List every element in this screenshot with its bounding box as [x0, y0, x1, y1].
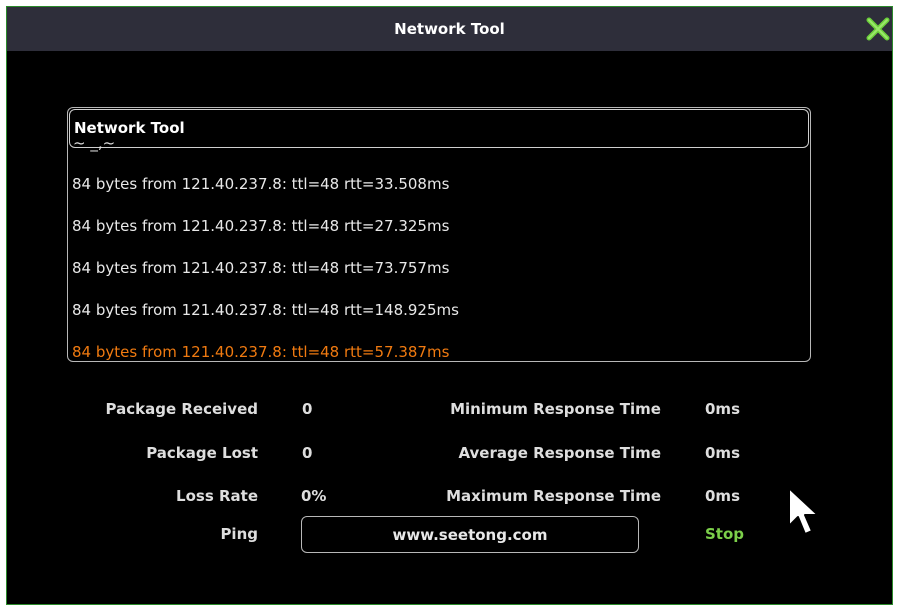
log-header: Network Tool	[69, 109, 809, 148]
stop-button[interactable]: Stop	[705, 525, 744, 543]
package-lost-label: Package Lost	[146, 444, 258, 462]
avg-response-label: Average Response Time	[458, 444, 661, 462]
log-lines: 84 bytes from 121.40.237.8: ttl=48 rtt=3…	[68, 168, 810, 361]
log-line: 84 bytes from 121.40.237.8: ttl=48 rtt=1…	[72, 301, 459, 319]
close-button[interactable]	[866, 17, 890, 41]
package-received-value: 0	[302, 400, 313, 418]
loss-rate-label: Loss Rate	[176, 487, 258, 505]
close-x-icon	[866, 17, 890, 41]
max-response-label: Maximum Response Time	[446, 487, 661, 505]
network-tool-window: Network Tool Network Tool ~ _,~ 84 bytes…	[6, 6, 893, 605]
log-line: 84 bytes from 121.40.237.8: ttl=48 rtt=3…	[72, 175, 450, 193]
package-received-label: Package Received	[105, 400, 258, 418]
max-response-value: 0ms	[705, 487, 740, 505]
ping-label: Ping	[220, 525, 258, 543]
mouse-pointer-icon	[788, 487, 819, 535]
log-clipped-line: ~ _,~	[73, 142, 116, 152]
min-response-label: Minimum Response Time	[450, 400, 661, 418]
package-lost-value: 0	[302, 444, 313, 462]
log-line: 84 bytes from 121.40.237.8: ttl=48 rtt=2…	[72, 217, 450, 235]
log-line-latest: 84 bytes from 121.40.237.8: ttl=48 rtt=5…	[72, 343, 450, 361]
avg-response-value: 0ms	[705, 444, 740, 462]
loss-rate-value: 0%	[301, 487, 327, 505]
title-bar: Network Tool	[7, 7, 892, 51]
ping-host-input[interactable]: www.seetong.com	[301, 516, 639, 553]
min-response-value: 0ms	[705, 400, 740, 418]
window-title: Network Tool	[394, 20, 505, 38]
ping-log-box[interactable]: Network Tool ~ _,~ 84 bytes from 121.40.…	[67, 107, 811, 362]
log-line: 84 bytes from 121.40.237.8: ttl=48 rtt=7…	[72, 259, 450, 277]
